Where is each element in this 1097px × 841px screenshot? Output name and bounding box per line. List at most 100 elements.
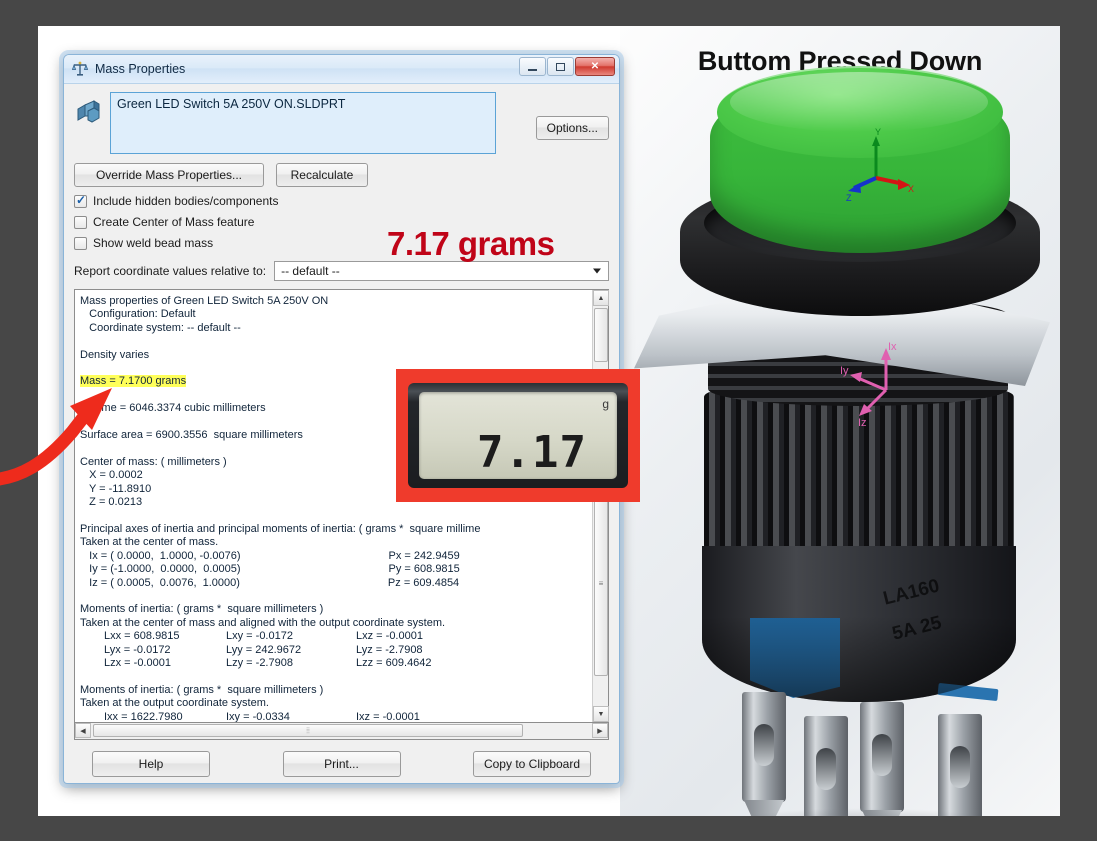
results-ixz: Ixz = -0.0001 bbox=[356, 710, 420, 722]
scale-lcd-unit: g bbox=[602, 397, 609, 411]
results-com-z: Z = 0.0213 bbox=[80, 496, 143, 509]
results-moments2-taken: Taken at the output coordinate system. bbox=[80, 697, 269, 710]
model-origin-triad: Y X Z bbox=[846, 127, 914, 203]
results-horizontal-scrollbar[interactable]: ◀ ⦙⦙ ▶ bbox=[74, 723, 609, 740]
scale-housing: 7.17 g bbox=[408, 383, 628, 488]
scale-photo-inset: 7.17 g bbox=[396, 369, 640, 502]
recalculate-button[interactable]: Recalculate bbox=[276, 163, 368, 187]
results-lxx: Lxx = 608.9815 bbox=[104, 630, 180, 643]
action-button-row: Override Mass Properties... Recalculate bbox=[74, 163, 609, 187]
render-panel: Buttom Pressed Down LA160 5A 25 Y X Z Ix… bbox=[620, 26, 1060, 816]
vertical-scroll-thumb[interactable] bbox=[594, 308, 608, 362]
results-com-x: X = 0.0002 bbox=[80, 469, 143, 482]
results-panel: Mass properties of Green LED Switch 5A 2… bbox=[74, 289, 609, 723]
checkbox-label: Show weld bead mass bbox=[93, 236, 214, 250]
options-button-wrap: Options... bbox=[504, 92, 609, 140]
results-iy-vector: Iy = (-1.0000, 0.0000, 0.0005) bbox=[80, 563, 241, 576]
minimize-button[interactable] bbox=[519, 57, 546, 76]
scale-balance-icon bbox=[72, 61, 88, 76]
override-mass-properties-button[interactable]: Override Mass Properties... bbox=[74, 163, 264, 187]
results-com-header: Center of mass: ( millimeters ) bbox=[80, 455, 227, 468]
svg-text:Ix: Ix bbox=[888, 341, 897, 353]
results-moments1-taken: Taken at the center of mass and aligned … bbox=[80, 616, 446, 629]
dialog-titlebar[interactable]: Mass Properties ✕ bbox=[64, 55, 619, 84]
results-density: Density varies bbox=[80, 348, 150, 361]
copy-to-clipboard-button[interactable]: Copy to Clipboard bbox=[473, 751, 591, 777]
results-surface-area: Surface area = 6900.3556 square millimet… bbox=[80, 429, 303, 442]
maximize-button[interactable] bbox=[547, 57, 574, 76]
switch-terminal bbox=[860, 702, 904, 816]
svg-text:Y: Y bbox=[875, 127, 881, 137]
results-lxy: Lxy = -0.0172 bbox=[226, 630, 293, 643]
window-controls: ✕ bbox=[519, 57, 615, 76]
results-lyx: Lyx = -0.0172 bbox=[104, 643, 171, 656]
chevron-down-icon[interactable] bbox=[593, 268, 601, 274]
screenshot-canvas: Buttom Pressed Down LA160 5A 25 Y X Z Ix… bbox=[38, 26, 1060, 816]
print-button[interactable]: Print... bbox=[282, 751, 401, 777]
dialog-title: Mass Properties bbox=[95, 62, 186, 76]
part-name-text: Green LED Switch 5A 250V ON.SLDPRT bbox=[117, 97, 346, 111]
scale-lcd-screen: 7.17 g bbox=[419, 392, 617, 479]
results-com-y: Y = -11.8910 bbox=[80, 482, 152, 495]
scale-lcd-value: 7.17 bbox=[477, 427, 587, 478]
model-reflection bbox=[730, 808, 1000, 816]
results-volume: Volume = 6046.3374 cubic millimeters bbox=[80, 402, 266, 415]
results-header: Mass properties of Green LED Switch 5A 2… bbox=[80, 295, 329, 307]
results-lyy: Lyy = 242.9672 bbox=[226, 643, 302, 656]
results-mass-highlighted: Mass = 7.1700 grams bbox=[80, 375, 187, 388]
help-button[interactable]: Help bbox=[92, 751, 210, 777]
checkbox-icon-unchecked[interactable] bbox=[74, 215, 87, 229]
scroll-right-arrow-icon[interactable]: ▶ bbox=[592, 723, 608, 738]
svg-text:Iz: Iz bbox=[858, 417, 867, 426]
results-iz-vector: Iz = ( 0.0005, 0.0076, 1.0000) bbox=[80, 576, 240, 589]
results-text[interactable]: Mass properties of Green LED Switch 5A 2… bbox=[75, 290, 592, 722]
svg-text:X: X bbox=[908, 184, 914, 194]
svg-text:Z: Z bbox=[846, 193, 852, 203]
results-coordinate-system: Coordinate system: -- default -- bbox=[80, 321, 241, 334]
results-principal-header: Principal axes of inertia and principal … bbox=[80, 522, 481, 535]
scroll-left-arrow-icon[interactable]: ◀ bbox=[75, 723, 91, 738]
results-lzx: Lzx = -0.0001 bbox=[104, 656, 171, 669]
results-lzy: Lzy = -2.7908 bbox=[226, 656, 293, 669]
results-principal-taken: Taken at the center of mass. bbox=[80, 536, 219, 549]
vertical-scroll-thumb-lower[interactable]: ≡ bbox=[594, 490, 608, 676]
coordinate-system-dropdown[interactable]: -- default -- bbox=[274, 261, 609, 281]
switch-terminal bbox=[804, 716, 848, 816]
results-px: Px = 242.9459 bbox=[388, 549, 460, 562]
results-lzz: Lzz = 609.4642 bbox=[356, 656, 432, 669]
grams-callout-label: 7.17 grams bbox=[387, 225, 555, 262]
horizontal-scroll-thumb[interactable]: ⦙⦙ bbox=[93, 724, 523, 737]
checkbox-label: Create Center of Mass feature bbox=[93, 215, 255, 229]
results-lyz: Lyz = -2.7908 bbox=[356, 643, 423, 656]
inertia-axes-triad: Ix Iy Iz bbox=[840, 341, 897, 426]
coordinate-system-label: Report coordinate values relative to: bbox=[74, 264, 267, 278]
checkbox-label: Include hidden bodies/components bbox=[93, 194, 279, 208]
part-name-field[interactable]: Green LED Switch 5A 250V ON.SLDPRT bbox=[110, 92, 496, 154]
scroll-down-arrow-icon[interactable]: ▼ bbox=[593, 706, 609, 722]
checkbox-icon-unchecked[interactable] bbox=[74, 236, 87, 250]
results-lxz: Lxz = -0.0001 bbox=[356, 630, 423, 643]
scroll-up-arrow-icon[interactable]: ▲ bbox=[593, 290, 609, 306]
svg-text:Iy: Iy bbox=[840, 365, 849, 377]
switch-terminal bbox=[938, 714, 982, 816]
results-py: Py = 608.9815 bbox=[388, 563, 460, 576]
results-ixx: Ixx = 1622.7980 bbox=[104, 710, 183, 722]
results-moments1-header: Moments of inertia: ( grams * square mil… bbox=[80, 603, 324, 616]
part-selection-row: Green LED Switch 5A 250V ON.SLDPRT Optio… bbox=[74, 92, 609, 154]
results-ixy: Ixy = -0.0334 bbox=[226, 710, 290, 722]
results-configuration: Configuration: Default bbox=[80, 308, 196, 321]
results-vertical-scrollbar[interactable]: ▲ ≡ ▼ bbox=[592, 290, 609, 722]
results-moments2-header: Moments of inertia: ( grams * square mil… bbox=[80, 683, 324, 696]
options-button[interactable]: Options... bbox=[535, 116, 609, 140]
coordinate-system-value: -- default -- bbox=[281, 264, 340, 278]
checkbox-icon-checked[interactable] bbox=[74, 193, 87, 208]
switch-terminal bbox=[742, 692, 786, 816]
coordinate-system-row: Report coordinate values relative to: --… bbox=[74, 261, 609, 281]
close-button[interactable]: ✕ bbox=[575, 57, 615, 76]
results-pz: Pz = 609.4854 bbox=[387, 576, 460, 589]
results-ix-vector: Ix = ( 0.0000, 1.0000, -0.0076) bbox=[80, 549, 241, 562]
switch-body-shading bbox=[702, 546, 1016, 702]
switch-cap-highlight bbox=[730, 72, 988, 132]
part-document-icon bbox=[74, 96, 102, 124]
checkbox-include-hidden[interactable]: Include hidden bodies/components bbox=[74, 193, 609, 208]
